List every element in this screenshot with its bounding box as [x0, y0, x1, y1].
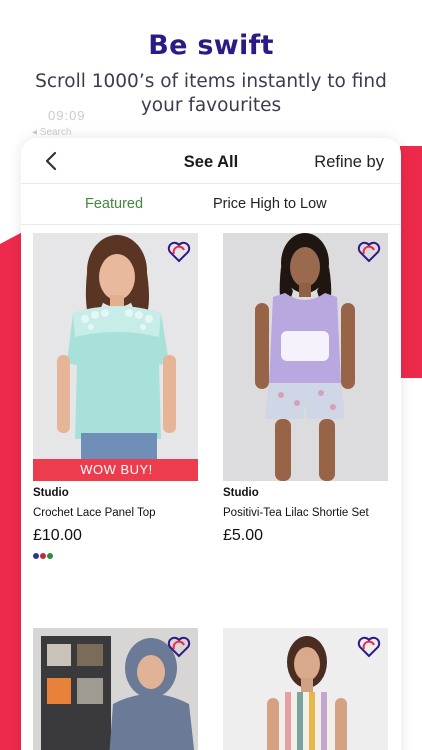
- hero-title: Be swift: [148, 30, 274, 61]
- product-name[interactable]: Positivi-Tea Lilac Shortie Set: [223, 507, 388, 519]
- swatch-green: [47, 553, 53, 559]
- product-photo-shortie-set: [223, 233, 388, 481]
- status-back-to-search: ◂ Search: [32, 127, 72, 138]
- phone-screen: See All Refine by Featured Price High to…: [21, 138, 401, 750]
- wishlist-heart-icon[interactable]: [357, 241, 381, 263]
- swatch-navy: [33, 553, 39, 559]
- product-image[interactable]: [223, 233, 388, 481]
- tab-featured[interactable]: Featured: [85, 196, 143, 212]
- swatch-red: [40, 553, 46, 559]
- product-brand: Studio: [223, 487, 259, 499]
- wishlist-heart-icon[interactable]: [167, 241, 191, 263]
- refine-by-button[interactable]: Refine by: [314, 153, 384, 172]
- product-image[interactable]: [33, 628, 198, 750]
- wow-buy-badge: WOW BUY!: [33, 459, 198, 481]
- product-photo-crochet-top: [33, 233, 198, 481]
- wishlist-heart-icon[interactable]: [167, 636, 191, 658]
- app-store-screenshot: Be swift Scroll 1000’s of items instantl…: [0, 0, 422, 750]
- product-image[interactable]: [223, 628, 388, 750]
- product-card[interactable]: WOW BUY! Studio Crochet Lace Panel Top £…: [33, 233, 198, 559]
- product-brand: Studio: [33, 487, 69, 499]
- product-image[interactable]: WOW BUY!: [33, 233, 198, 481]
- product-card[interactable]: [33, 628, 198, 750]
- status-time: 09:09: [48, 108, 86, 123]
- navigation-bar: See All Refine by: [21, 138, 401, 184]
- product-card[interactable]: Studio Positivi-Tea Lilac Shortie Set £5…: [223, 233, 388, 545]
- decorative-red-bar-right: [400, 146, 422, 378]
- colour-swatches: [33, 553, 198, 559]
- product-price: £10.00: [33, 527, 82, 544]
- sort-tabs: Featured Price High to Low: [21, 185, 401, 225]
- wishlist-heart-icon[interactable]: [357, 636, 381, 658]
- tab-price-high-to-low[interactable]: Price High to Low: [213, 196, 327, 212]
- product-price: £5.00: [223, 527, 264, 544]
- product-name[interactable]: Crochet Lace Panel Top: [33, 507, 198, 519]
- product-card[interactable]: [223, 628, 388, 750]
